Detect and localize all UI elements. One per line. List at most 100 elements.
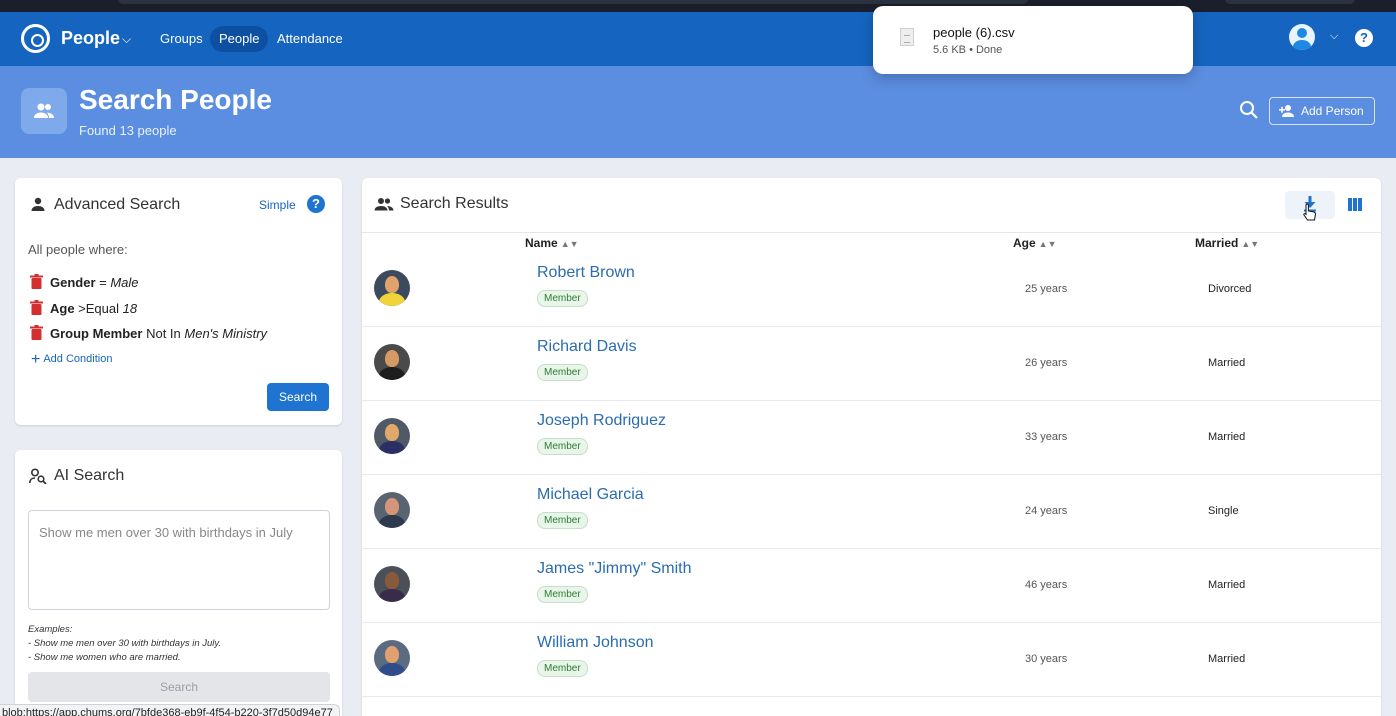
download-file-name[interactable]: people (6).csv xyxy=(933,25,1015,40)
sort-icon[interactable]: ▲▼ xyxy=(1039,239,1057,249)
ai-search-textarea[interactable]: Show me men over 30 with birthdays in Ju… xyxy=(28,510,330,610)
condition-operator: >Equal xyxy=(74,301,123,316)
person-name-link[interactable]: James "Jimmy" Smith xyxy=(537,560,691,578)
table-row[interactable]: Joseph Rodriguez Member 33 years Married xyxy=(362,401,1381,475)
browser-toolbar-pill[interactable] xyxy=(1225,0,1355,4)
ai-search-title: AI Search xyxy=(54,467,125,484)
condition-operator: = xyxy=(95,275,111,290)
search-results-card: Search Results Name ▲▼ Age ▲▼ Married ▲▼ Ro… xyxy=(362,178,1381,716)
married-cell: Married xyxy=(1208,357,1246,369)
age-cell: 46 years xyxy=(1025,579,1068,591)
conditions-intro: All people where: xyxy=(28,242,128,257)
condition-field: Gender xyxy=(50,275,96,290)
member-badge: Member xyxy=(537,660,588,677)
simple-search-link[interactable]: Simple xyxy=(259,198,296,212)
help-icon[interactable]: ? xyxy=(307,195,325,213)
delete-icon[interactable] xyxy=(30,325,43,340)
columns-icon[interactable] xyxy=(1348,198,1362,211)
plus-icon: + xyxy=(31,351,41,368)
condition-field: Group Member xyxy=(50,326,143,341)
file-icon xyxy=(900,28,914,46)
nav-link-groups[interactable]: Groups xyxy=(151,26,212,52)
married-cell: Single xyxy=(1208,505,1239,517)
example-item: - Show me women who are married. xyxy=(28,652,181,663)
search-icon[interactable] xyxy=(1239,100,1259,120)
add-condition-link[interactable]: + Add Condition xyxy=(31,351,112,369)
married-cell: Married xyxy=(1208,431,1246,443)
nav-link-people[interactable]: People xyxy=(210,26,269,52)
person-icon xyxy=(31,197,45,211)
avatar[interactable] xyxy=(374,418,410,454)
avatar[interactable] xyxy=(374,640,410,676)
browser-address-bar[interactable] xyxy=(118,0,1028,4)
add-person-button[interactable]: Add Person xyxy=(1269,97,1375,125)
ai-search-card: AI Search Show me men over 30 with birth… xyxy=(15,450,342,716)
condition-value: Men's Ministry xyxy=(184,326,268,341)
sort-icon[interactable]: ▲▼ xyxy=(561,239,579,249)
person-name-link[interactable]: Robert Brown xyxy=(537,264,635,282)
search-results-title: Search Results xyxy=(400,195,509,212)
pointer-cursor-icon xyxy=(1303,203,1316,221)
table-row[interactable]: Robert Brown Member 25 years Divorced xyxy=(362,253,1381,327)
user-avatar-icon[interactable] xyxy=(1289,24,1315,50)
married-cell: Married xyxy=(1208,653,1246,665)
column-header-name-label: Name xyxy=(525,236,558,250)
condition-value: 18 xyxy=(122,301,138,316)
age-cell: 26 years xyxy=(1025,357,1068,369)
member-badge: Member xyxy=(537,290,588,307)
table-row[interactable]: Michael Garcia Member 24 years Single xyxy=(362,475,1381,549)
app-title[interactable]: People xyxy=(61,28,120,49)
advanced-search-card: Advanced Search Simple ? All people wher… xyxy=(15,178,342,425)
people-icon xyxy=(21,88,67,134)
column-header-age[interactable]: Age ▲▼ xyxy=(1013,236,1057,250)
married-cell: Divorced xyxy=(1208,283,1252,295)
avatar[interactable] xyxy=(374,344,410,380)
download-notification[interactable]: people (6).csv 5.6 KB • Done xyxy=(873,6,1193,74)
person-search-icon xyxy=(29,468,47,484)
avatar[interactable] xyxy=(374,492,410,528)
result-count: Found 13 people xyxy=(79,123,177,138)
advanced-search-button[interactable]: Search xyxy=(267,383,329,411)
member-badge: Member xyxy=(537,364,588,381)
add-condition-label: Add Condition xyxy=(43,353,113,365)
delete-icon[interactable] xyxy=(30,274,43,289)
person-name-link[interactable]: William Johnson xyxy=(537,634,653,652)
person-name-link[interactable]: Richard Davis xyxy=(537,338,637,356)
avatar[interactable] xyxy=(374,566,410,602)
member-badge: Member xyxy=(537,438,588,455)
people-icon xyxy=(374,198,394,211)
age-cell: 24 years xyxy=(1025,505,1068,517)
divider xyxy=(362,232,1381,233)
table-row[interactable]: James "Jimmy" Smith Member 46 years Marr… xyxy=(362,549,1381,623)
condition-row: Age >Equal 18 xyxy=(30,300,137,316)
condition-field: Age xyxy=(50,301,75,316)
page-title: Search People xyxy=(79,84,272,115)
column-header-name[interactable]: Name ▲▼ xyxy=(525,236,579,250)
nav-link-attendance[interactable]: Attendance xyxy=(268,26,352,52)
table-row[interactable]: Richard Davis Member 26 years Married xyxy=(362,327,1381,401)
condition-row: Group Member Not In Men's Ministry xyxy=(30,325,267,341)
age-cell: 33 years xyxy=(1025,431,1068,443)
table-row[interactable]: William Johnson Member 30 years Married xyxy=(362,623,1381,697)
sort-icon[interactable]: ▲▼ xyxy=(1241,239,1259,249)
delete-icon[interactable] xyxy=(30,300,43,315)
person-name-link[interactable]: Joseph Rodriguez xyxy=(537,412,666,430)
avatar[interactable] xyxy=(374,270,410,306)
column-header-married-label: Married xyxy=(1195,236,1239,250)
user-menu-chevron-icon[interactable]: ⌵ xyxy=(1330,30,1338,43)
download-status: 5.6 KB • Done xyxy=(933,44,1003,56)
chevron-down-icon[interactable]: ⌵ xyxy=(122,32,131,47)
example-item: - Show me men over 30 with birthdays in … xyxy=(28,638,222,649)
column-header-age-label: Age xyxy=(1013,236,1036,250)
chums-logo-icon[interactable] xyxy=(21,24,50,53)
member-badge: Member xyxy=(537,512,588,529)
condition-operator: Not In xyxy=(142,326,185,341)
ai-search-button[interactable]: Search xyxy=(28,672,330,702)
married-cell: Married xyxy=(1208,579,1246,591)
column-header-married[interactable]: Married ▲▼ xyxy=(1195,236,1259,250)
help-icon[interactable]: ? xyxy=(1355,29,1373,47)
add-person-label: Add Person xyxy=(1301,104,1364,118)
add-person-icon xyxy=(1279,105,1294,117)
person-name-link[interactable]: Michael Garcia xyxy=(537,486,644,504)
member-badge: Member xyxy=(537,586,588,603)
